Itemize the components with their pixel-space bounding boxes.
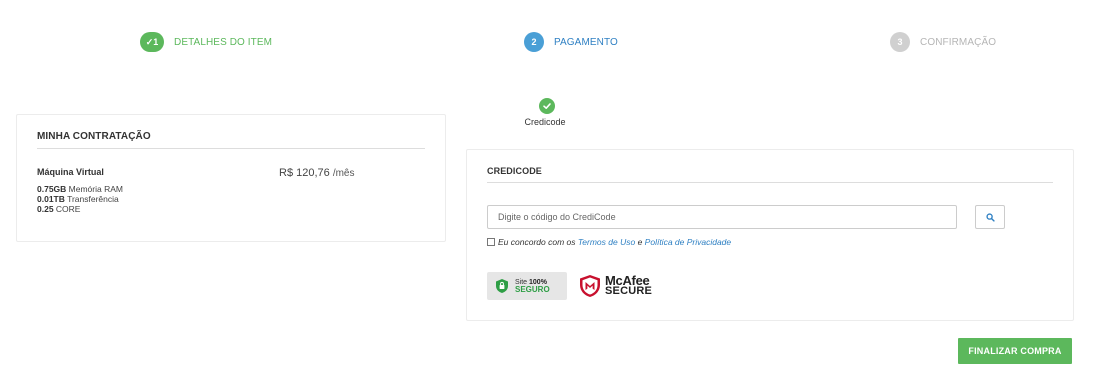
shield-lock-icon [496,279,508,293]
credicode-card: CREDICODE Eu concordo com os Termos de U… [466,149,1074,321]
site-secure-badge: Site 100% SEGURO [487,272,567,300]
search-icon [985,212,995,222]
spec-ram: 0.75GB Memória RAM [37,184,123,194]
product-name: Máquina Virtual [37,167,104,177]
terms-and: e [637,237,643,247]
credicode-input-row [487,205,1053,229]
terms-agreement: Eu concordo com os Termos de Uso e Polít… [487,237,1053,247]
security-badges: Site 100% SEGURO McAfee SECURE [487,272,1053,300]
mcafee-secure-badge: McAfee SECURE [579,274,652,298]
summary-title: MINHA CONTRATAÇÃO [37,131,425,149]
terms-checkbox[interactable] [487,238,495,246]
credicode-input[interactable] [487,205,957,229]
spec-transfer: 0.01TB Transferência [37,194,119,204]
step-item-details[interactable]: ✓1 DETALHES DO ITEM [140,32,272,52]
finalize-purchase-button[interactable]: FINALIZAR COMPRA [958,338,1072,364]
step-label-1: DETALHES DO ITEM [174,36,273,48]
summary-product-row: Máquina Virtual R$ 120,76 /mês [37,167,425,179]
price-period: /mês [332,168,355,179]
product-price: R$ 120,76 /mês [279,167,355,179]
step-badge-1: ✓1 [140,32,164,52]
terms-of-use-link[interactable]: Termos de Uso [578,237,635,247]
step-label-2: PAGAMENTO [554,36,618,48]
mcafee-text-2: SECURE [605,285,653,297]
mcafee-shield-icon [580,275,600,297]
step-badge-3: 3 [890,32,910,52]
step-badge-2: 2 [524,32,544,52]
site-badge-text-c: SEGURO [515,285,550,294]
terms-prefix: Eu concordo com os [498,237,576,247]
privacy-policy-link[interactable]: Política de Privacidade [645,237,731,247]
spec-core: 0.25 CORE [37,204,81,214]
order-summary-card: MINHA CONTRATAÇÃO Máquina Virtual R$ 120… [16,114,446,242]
step-payment[interactable]: 2 PAGAMENTO [524,32,618,52]
payment-method-label: Credicode [524,117,566,127]
product-specs: 0.75GB Memória RAM 0.01TB Transferência … [37,184,425,214]
credicode-search-button[interactable] [975,205,1005,229]
payment-method-credicode[interactable]: Credicode [523,98,571,127]
credicode-title: CREDICODE [487,166,1053,183]
step-label-3: CONFIRMAÇÃO [920,36,997,48]
price-value: R$ 120,76 [279,167,330,179]
checkout-page: ✓1 DETALHES DO ITEM 2 PAGAMENTO 3 CONFIR… [0,0,1118,376]
check-circle-icon [539,98,555,114]
step-confirmation: 3 CONFIRMAÇÃO [890,32,996,52]
